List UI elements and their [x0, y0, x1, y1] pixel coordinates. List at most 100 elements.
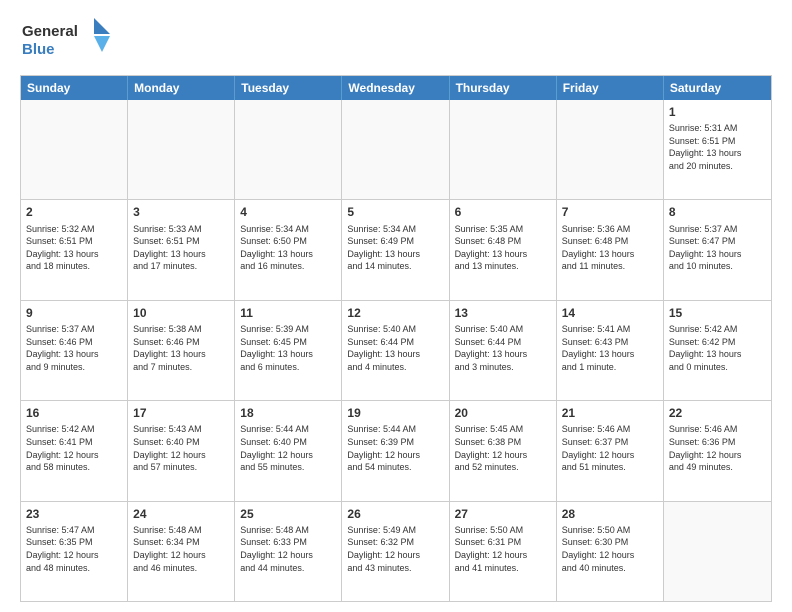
- day-number: 24: [133, 506, 229, 522]
- day-number: 25: [240, 506, 336, 522]
- day-info: Sunrise: 5:44 AM Sunset: 6:39 PM Dayligh…: [347, 423, 443, 473]
- day-number: 27: [455, 506, 551, 522]
- day-number: 21: [562, 405, 658, 421]
- day-number: 28: [562, 506, 658, 522]
- day-number: 9: [26, 305, 122, 321]
- calendar-row-0: 1 Sunrise: 5:31 AM Sunset: 6:51 PM Daylig…: [21, 100, 771, 199]
- day-info: Sunrise: 5:37 AM Sunset: 6:47 PM Dayligh…: [669, 223, 766, 273]
- calendar-cell: 11 Sunrise: 5:39 AM Sunset: 6:45 PM Dayli…: [235, 301, 342, 400]
- day-info: Sunrise: 5:34 AM Sunset: 6:49 PM Dayligh…: [347, 223, 443, 273]
- calendar-cell: 20 Sunrise: 5:45 AM Sunset: 6:38 PM Dayli…: [450, 401, 557, 500]
- weekday-header-wednesday: Wednesday: [342, 76, 449, 100]
- weekday-header-saturday: Saturday: [664, 76, 771, 100]
- calendar-row-2: 9 Sunrise: 5:37 AM Sunset: 6:46 PM Daylig…: [21, 300, 771, 400]
- day-number: 5: [347, 204, 443, 220]
- calendar: SundayMondayTuesdayWednesdayThursdayFrid…: [20, 75, 772, 602]
- calendar-cell: 28 Sunrise: 5:50 AM Sunset: 6:30 PM Dayli…: [557, 502, 664, 601]
- calendar-cell: 1 Sunrise: 5:31 AM Sunset: 6:51 PM Daylig…: [664, 100, 771, 199]
- calendar-cell: 8 Sunrise: 5:37 AM Sunset: 6:47 PM Daylig…: [664, 200, 771, 299]
- day-info: Sunrise: 5:43 AM Sunset: 6:40 PM Dayligh…: [133, 423, 229, 473]
- day-number: 17: [133, 405, 229, 421]
- day-info: Sunrise: 5:36 AM Sunset: 6:48 PM Dayligh…: [562, 223, 658, 273]
- day-info: Sunrise: 5:46 AM Sunset: 6:37 PM Dayligh…: [562, 423, 658, 473]
- calendar-cell: [342, 100, 449, 199]
- day-info: Sunrise: 5:40 AM Sunset: 6:44 PM Dayligh…: [455, 323, 551, 373]
- day-info: Sunrise: 5:34 AM Sunset: 6:50 PM Dayligh…: [240, 223, 336, 273]
- calendar-cell: 24 Sunrise: 5:48 AM Sunset: 6:34 PM Dayli…: [128, 502, 235, 601]
- day-info: Sunrise: 5:39 AM Sunset: 6:45 PM Dayligh…: [240, 323, 336, 373]
- day-number: 13: [455, 305, 551, 321]
- calendar-cell: 14Sunrise: 5:41 AM Sunset: 6:43 PM Dayli…: [557, 301, 664, 400]
- day-number: 16: [26, 405, 122, 421]
- svg-text:Blue: Blue: [22, 41, 55, 58]
- day-info: Sunrise: 5:38 AM Sunset: 6:46 PM Dayligh…: [133, 323, 229, 373]
- calendar-cell: 16 Sunrise: 5:42 AM Sunset: 6:41 PM Dayli…: [21, 401, 128, 500]
- day-info: Sunrise: 5:33 AM Sunset: 6:51 PM Dayligh…: [133, 223, 229, 273]
- day-number: 2: [26, 204, 122, 220]
- day-info: Sunrise: 5:37 AM Sunset: 6:46 PM Dayligh…: [26, 323, 122, 373]
- day-info: Sunrise: 5:44 AM Sunset: 6:40 PM Dayligh…: [240, 423, 336, 473]
- day-number: 4: [240, 204, 336, 220]
- svg-text:General: General: [22, 23, 78, 40]
- day-info: Sunrise: 5:45 AM Sunset: 6:38 PM Dayligh…: [455, 423, 551, 473]
- day-number: 8: [669, 204, 766, 220]
- calendar-row-3: 16 Sunrise: 5:42 AM Sunset: 6:41 PM Dayli…: [21, 400, 771, 500]
- weekday-header-friday: Friday: [557, 76, 664, 100]
- calendar-row-1: 2Sunrise: 5:32 AM Sunset: 6:51 PM Daylig…: [21, 199, 771, 299]
- calendar-cell: 23Sunrise: 5:47 AM Sunset: 6:35 PM Dayli…: [21, 502, 128, 601]
- day-info: Sunrise: 5:35 AM Sunset: 6:48 PM Dayligh…: [455, 223, 551, 273]
- weekday-header-sunday: Sunday: [21, 76, 128, 100]
- calendar-cell: 17 Sunrise: 5:43 AM Sunset: 6:40 PM Dayli…: [128, 401, 235, 500]
- day-number: 10: [133, 305, 229, 321]
- calendar-cell: 21 Sunrise: 5:46 AM Sunset: 6:37 PM Dayli…: [557, 401, 664, 500]
- day-info: Sunrise: 5:47 AM Sunset: 6:35 PM Dayligh…: [26, 524, 122, 574]
- day-info: Sunrise: 5:50 AM Sunset: 6:31 PM Dayligh…: [455, 524, 551, 574]
- day-info: Sunrise: 5:48 AM Sunset: 6:34 PM Dayligh…: [133, 524, 229, 574]
- day-info: Sunrise: 5:46 AM Sunset: 6:36 PM Dayligh…: [669, 423, 766, 473]
- day-number: 11: [240, 305, 336, 321]
- weekday-header-monday: Monday: [128, 76, 235, 100]
- calendar-cell: 6 Sunrise: 5:35 AM Sunset: 6:48 PM Daylig…: [450, 200, 557, 299]
- calendar-cell: [664, 502, 771, 601]
- calendar-cell: 19 Sunrise: 5:44 AM Sunset: 6:39 PM Dayli…: [342, 401, 449, 500]
- day-info: Sunrise: 5:42 AM Sunset: 6:41 PM Dayligh…: [26, 423, 122, 473]
- calendar-row-4: 23Sunrise: 5:47 AM Sunset: 6:35 PM Dayli…: [21, 501, 771, 601]
- calendar-cell: 3 Sunrise: 5:33 AM Sunset: 6:51 PM Daylig…: [128, 200, 235, 299]
- page: General Blue SundayMondayTuesdayWednesda…: [0, 0, 792, 612]
- day-number: 3: [133, 204, 229, 220]
- day-info: Sunrise: 5:31 AM Sunset: 6:51 PM Dayligh…: [669, 122, 766, 172]
- logo: General Blue: [20, 16, 120, 65]
- day-info: Sunrise: 5:50 AM Sunset: 6:30 PM Dayligh…: [562, 524, 658, 574]
- logo-icon: General Blue: [20, 16, 120, 60]
- day-number: 20: [455, 405, 551, 421]
- day-info: Sunrise: 5:49 AM Sunset: 6:32 PM Dayligh…: [347, 524, 443, 574]
- calendar-cell: 4 Sunrise: 5:34 AM Sunset: 6:50 PM Daylig…: [235, 200, 342, 299]
- calendar-cell: 26Sunrise: 5:49 AM Sunset: 6:32 PM Dayli…: [342, 502, 449, 601]
- calendar-cell: 25 Sunrise: 5:48 AM Sunset: 6:33 PM Dayli…: [235, 502, 342, 601]
- calendar-cell: 15Sunrise: 5:42 AM Sunset: 6:42 PM Dayli…: [664, 301, 771, 400]
- weekday-header-thursday: Thursday: [450, 76, 557, 100]
- day-number: 6: [455, 204, 551, 220]
- day-number: 18: [240, 405, 336, 421]
- calendar-cell: 13 Sunrise: 5:40 AM Sunset: 6:44 PM Dayli…: [450, 301, 557, 400]
- calendar-cell: [450, 100, 557, 199]
- calendar-cell: 9 Sunrise: 5:37 AM Sunset: 6:46 PM Daylig…: [21, 301, 128, 400]
- calendar-cell: 7 Sunrise: 5:36 AM Sunset: 6:48 PM Daylig…: [557, 200, 664, 299]
- calendar-cell: [557, 100, 664, 199]
- day-number: 14: [562, 305, 658, 321]
- day-number: 19: [347, 405, 443, 421]
- weekday-header-tuesday: Tuesday: [235, 76, 342, 100]
- calendar-cell: 18 Sunrise: 5:44 AM Sunset: 6:40 PM Dayli…: [235, 401, 342, 500]
- header: General Blue: [20, 16, 772, 65]
- day-number: 1: [669, 104, 766, 120]
- day-info: Sunrise: 5:40 AM Sunset: 6:44 PM Dayligh…: [347, 323, 443, 373]
- day-info: Sunrise: 5:48 AM Sunset: 6:33 PM Dayligh…: [240, 524, 336, 574]
- calendar-cell: 27 Sunrise: 5:50 AM Sunset: 6:31 PM Dayli…: [450, 502, 557, 601]
- calendar-cell: 12Sunrise: 5:40 AM Sunset: 6:44 PM Dayli…: [342, 301, 449, 400]
- calendar-cell: 2Sunrise: 5:32 AM Sunset: 6:51 PM Daylig…: [21, 200, 128, 299]
- calendar-cell: [21, 100, 128, 199]
- day-number: 7: [562, 204, 658, 220]
- calendar-cell: [128, 100, 235, 199]
- calendar-cell: 22 Sunrise: 5:46 AM Sunset: 6:36 PM Dayli…: [664, 401, 771, 500]
- day-number: 22: [669, 405, 766, 421]
